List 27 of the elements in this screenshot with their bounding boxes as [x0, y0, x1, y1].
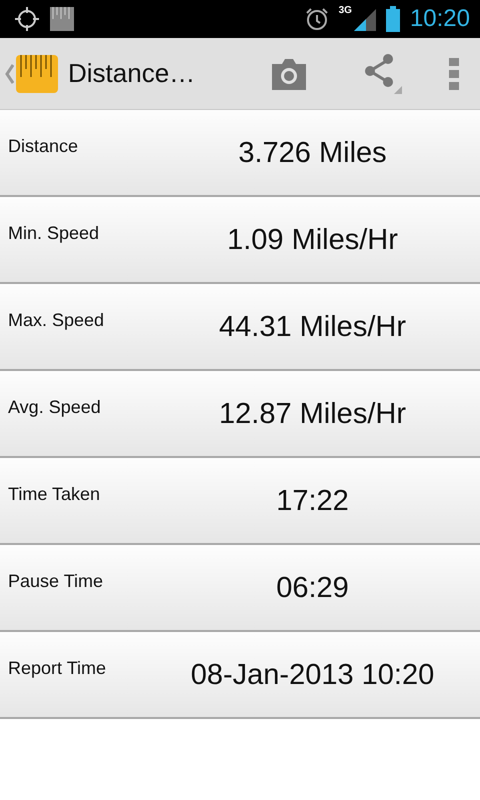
- alarm-icon: [304, 7, 329, 31]
- ruler-app-icon[interactable]: [16, 52, 58, 94]
- up-caret-icon[interactable]: [5, 64, 14, 84]
- battery-icon: [386, 6, 400, 32]
- ruler-icon: [50, 7, 74, 31]
- row-label: Avg. Speed: [7, 396, 102, 419]
- row-value: 12.87 Miles/Hr: [218, 397, 407, 432]
- row-value: 06:29: [275, 571, 350, 606]
- screen-title: Distance…: [68, 58, 196, 89]
- row-label: Time Taken: [7, 483, 102, 506]
- camera-icon[interactable]: [270, 58, 308, 90]
- row-label: Pause Time: [7, 570, 104, 593]
- clock: 10:20: [410, 5, 470, 33]
- row-value: 08-Jan-2013 10:20: [190, 658, 436, 693]
- row-label: Report Time: [7, 657, 108, 680]
- row-label: Distance: [7, 135, 80, 158]
- row-value: 1.09 Miles/Hr: [226, 223, 399, 258]
- row-value: 3.726 Miles: [237, 136, 388, 171]
- row-value: 17:22: [275, 484, 350, 519]
- overflow-menu-icon[interactable]: [449, 58, 460, 90]
- share-icon[interactable]: [362, 54, 402, 94]
- row-label: Max. Speed: [7, 309, 106, 332]
- row-value: 44.31 Miles/Hr: [218, 310, 407, 345]
- location-icon: [14, 6, 40, 32]
- network-type: 3G: [338, 5, 352, 16]
- row-label: Min. Speed: [7, 222, 100, 245]
- signal-icon: [354, 7, 376, 31]
